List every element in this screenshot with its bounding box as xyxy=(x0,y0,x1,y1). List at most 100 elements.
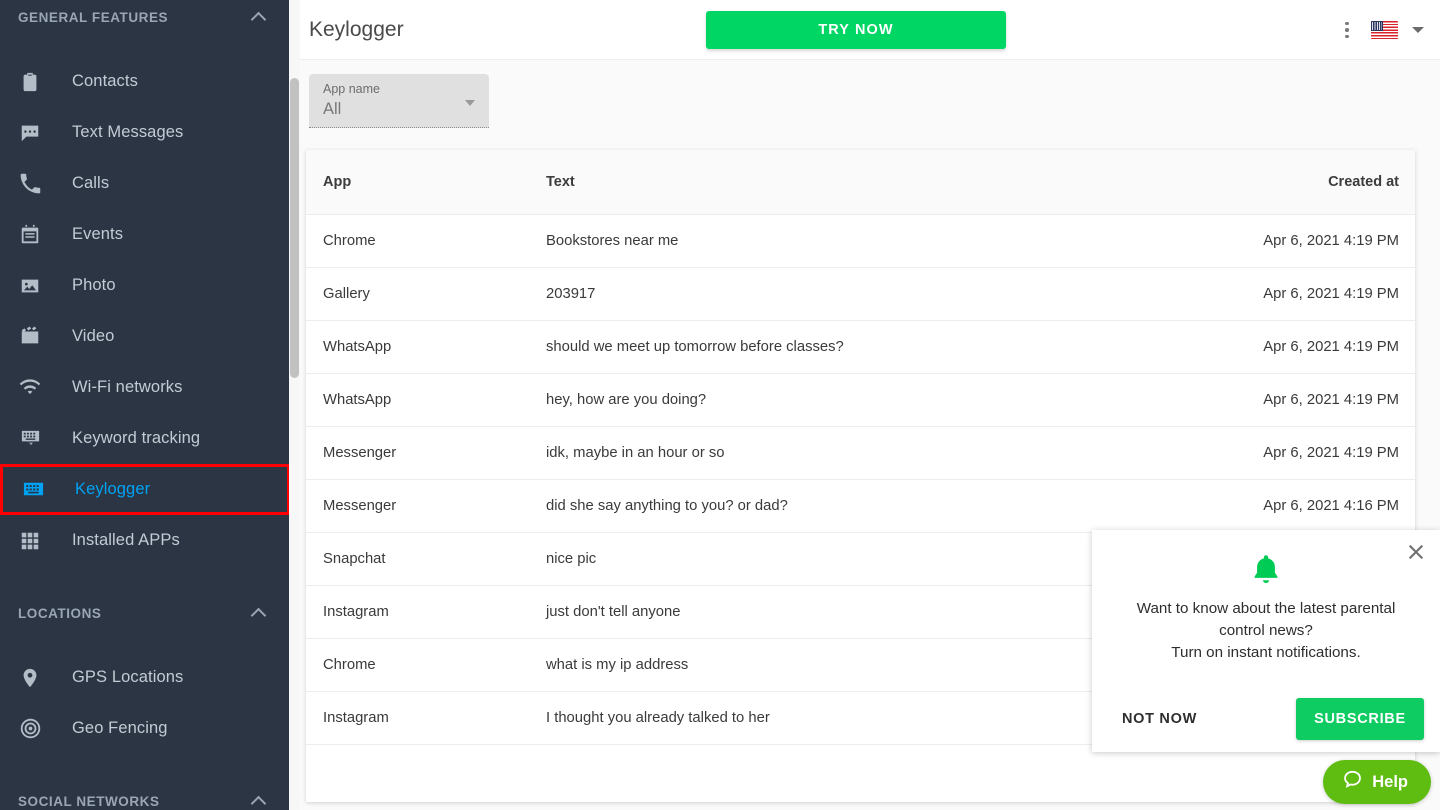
table-head: App Text Created at xyxy=(306,150,1415,214)
spacer xyxy=(0,630,290,652)
cell-app: Instagram xyxy=(306,691,546,744)
chevron-up-icon[interactable] xyxy=(252,606,266,620)
table-row[interactable]: Gallery 203917 Apr 6, 2021 4:19 PM xyxy=(306,267,1415,320)
sidebar-item-label: Installed APPs xyxy=(72,531,180,550)
sidebar-item-keyword-tracking[interactable]: Keyword tracking xyxy=(0,413,290,464)
cell-text: I thought you already talked to her xyxy=(546,691,1156,744)
wifi-icon xyxy=(14,375,46,401)
message-bubble-icon xyxy=(14,120,46,146)
keyboard-arrow-icon xyxy=(14,426,46,452)
chevron-down-icon[interactable] xyxy=(1412,27,1424,33)
sidebar-item-geo-fencing[interactable]: Geo Fencing xyxy=(0,703,290,754)
contacts-clipboard-icon xyxy=(14,69,46,95)
cell-text: did she say anything to you? or dad? xyxy=(546,479,1156,532)
notification-actions: NOT NOW SUBSCRIBE xyxy=(1092,698,1440,740)
keyboard-icon xyxy=(17,477,49,503)
try-now-button[interactable]: TRY NOW xyxy=(706,11,1006,49)
table-row[interactable]: WhatsApp should we meet up tomorrow befo… xyxy=(306,320,1415,373)
calendar-icon xyxy=(14,222,46,248)
sidebar-item-label: Keyword tracking xyxy=(72,429,200,448)
sidebar-section-label: SOCIAL NETWORKS xyxy=(18,794,160,809)
cell-app: Chrome xyxy=(306,638,546,691)
cell-text: idk, maybe in an hour or so xyxy=(546,426,1156,479)
target-rings-icon xyxy=(14,716,46,742)
sidebar-item-keylogger[interactable]: Keylogger xyxy=(0,464,290,515)
app-name-select-value: All xyxy=(323,100,341,119)
sidebar-item-label: Text Messages xyxy=(72,123,183,142)
footer-cell xyxy=(306,744,546,802)
table-row[interactable]: Messenger idk, maybe in an hour or so Ap… xyxy=(306,426,1415,479)
cell-text: just don't tell anyone xyxy=(546,585,1156,638)
cell-app: WhatsApp xyxy=(306,373,546,426)
sidebar-item-label: Events xyxy=(72,225,123,244)
cell-text: hey, how are you doing? xyxy=(546,373,1156,426)
cell-app: WhatsApp xyxy=(306,320,546,373)
table-row[interactable]: Messenger did she say anything to you? o… xyxy=(306,479,1415,532)
image-icon xyxy=(14,273,46,299)
help-button[interactable]: Help xyxy=(1323,760,1431,804)
sidebar-item-events[interactable]: Events xyxy=(0,209,290,260)
table-footer-row xyxy=(306,744,1415,802)
sidebar-item-label: Keylogger xyxy=(75,480,150,499)
cell-text: Bookstores near me xyxy=(546,214,1156,267)
dropdown-arrow-icon[interactable] xyxy=(465,100,475,106)
footer-cell xyxy=(546,744,1156,802)
cell-text: what is my ip address xyxy=(546,638,1156,691)
map-pin-icon xyxy=(14,665,46,691)
chevron-up-icon[interactable] xyxy=(252,794,266,808)
sidebar-section-social-networks[interactable]: SOCIAL NETWORKS xyxy=(0,784,290,810)
chevron-up-icon[interactable] xyxy=(252,10,266,24)
sidebar-scrollbar-thumb[interactable] xyxy=(290,78,299,378)
top-bar: Keylogger TRY NOW xyxy=(290,0,1440,60)
help-button-label: Help xyxy=(1372,773,1408,792)
sidebar-item-text-messages[interactable]: Text Messages xyxy=(0,107,290,158)
notification-message-line3: Turn on instant notifications. xyxy=(1110,642,1422,664)
cell-app: Snapchat xyxy=(306,532,546,585)
more-vertical-icon[interactable] xyxy=(1337,18,1357,42)
column-header-text[interactable]: Text xyxy=(546,150,1156,214)
sidebar-section-general-features[interactable]: GENERAL FEATURES xyxy=(0,0,290,34)
cell-created-at: Apr 6, 2021 4:19 PM xyxy=(1156,373,1415,426)
notification-popup: Want to know about the latest parental c… xyxy=(1092,530,1440,752)
sidebar-item-label: Wi-Fi networks xyxy=(72,378,183,397)
us-flag-icon[interactable] xyxy=(1371,21,1398,39)
sidebar: GENERAL FEATURES Contacts Text Messages … xyxy=(0,0,290,810)
cell-app: Chrome xyxy=(306,214,546,267)
sidebar-item-installed-apps[interactable]: Installed APPs xyxy=(0,515,290,566)
app-name-select[interactable]: App name All xyxy=(309,74,489,128)
sidebar-item-video[interactable]: Video xyxy=(0,311,290,362)
subscribe-button[interactable]: SUBSCRIBE xyxy=(1296,698,1424,740)
bell-icon xyxy=(1092,552,1440,593)
cell-app: Messenger xyxy=(306,426,546,479)
notification-message-line1: Want to know about the latest parental xyxy=(1110,598,1422,620)
sidebar-item-calls[interactable]: Calls xyxy=(0,158,290,209)
sidebar-section-locations[interactable]: LOCATIONS xyxy=(0,596,290,630)
grid-apps-icon xyxy=(14,528,46,554)
spacer xyxy=(0,754,290,784)
cell-text: 203917 xyxy=(546,267,1156,320)
cell-created-at: Apr 6, 2021 4:19 PM xyxy=(1156,320,1415,373)
topbar-right-controls xyxy=(1337,0,1424,60)
cell-text: nice pic xyxy=(546,532,1156,585)
table-row[interactable]: WhatsApp hey, how are you doing? Apr 6, … xyxy=(306,373,1415,426)
cell-app: Gallery xyxy=(306,267,546,320)
table-row[interactable]: Chrome Bookstores near me Apr 6, 2021 4:… xyxy=(306,214,1415,267)
cell-app: Messenger xyxy=(306,479,546,532)
sidebar-item-gps-locations[interactable]: GPS Locations xyxy=(0,652,290,703)
cell-app: Instagram xyxy=(306,585,546,638)
sidebar-item-photo[interactable]: Photo xyxy=(0,260,290,311)
sidebar-section-label: GENERAL FEATURES xyxy=(18,10,168,25)
sidebar-item-contacts[interactable]: Contacts xyxy=(0,56,290,107)
cell-created-at: Apr 6, 2021 4:19 PM xyxy=(1156,267,1415,320)
sidebar-item-wifi-networks[interactable]: Wi-Fi networks xyxy=(0,362,290,413)
not-now-button[interactable]: NOT NOW xyxy=(1108,701,1211,737)
sidebar-item-label: Video xyxy=(72,327,114,346)
page-title: Keylogger xyxy=(309,18,404,42)
app-root: GENERAL FEATURES Contacts Text Messages … xyxy=(0,0,1440,810)
sidebar-item-label: Geo Fencing xyxy=(72,719,168,738)
column-header-app[interactable]: App xyxy=(306,150,546,214)
notification-message: Want to know about the latest parental c… xyxy=(1110,598,1422,664)
sidebar-item-label: Photo xyxy=(72,276,116,295)
spacer xyxy=(0,566,290,596)
column-header-created-at[interactable]: Created at xyxy=(1156,150,1415,214)
